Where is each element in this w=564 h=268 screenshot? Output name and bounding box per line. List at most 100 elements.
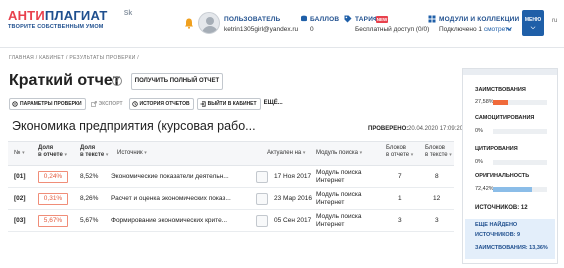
logo-text-anti: АНТИ xyxy=(8,8,45,23)
points-value: 0 xyxy=(310,26,314,33)
source-name[interactable]: Расчет и оценка экономических показ... xyxy=(111,195,231,203)
blocks-in-text: 3 xyxy=(435,217,439,224)
borrowings-value: 27,58% xyxy=(475,99,494,105)
get-full-report-button[interactable]: ПОЛУЧИТЬ ПОЛНЫЙ ОТЧЕТ xyxy=(131,73,223,90)
menu-button[interactable]: МЕНЮ ⌵ xyxy=(522,10,544,36)
row-index: [02] xyxy=(14,195,26,202)
search-module: Модуль поиска Интернет xyxy=(316,191,362,206)
more-found-borrowings: ЗАИМСТВОВАНИЯ: 13,36% xyxy=(475,245,548,251)
table-row[interactable]: [02] 0,31% 8,26% Расчет и оценка экономи… xyxy=(8,188,454,210)
help-icon[interactable]: ? xyxy=(112,76,122,86)
blocks-in-text: 12 xyxy=(433,195,441,202)
user-label: ПОЛЬЗОВАТЕЛЬ xyxy=(224,16,281,23)
menu-chevron-icon: ⌵ xyxy=(530,25,536,31)
col-share-in-text[interactable]: Доля в тексте ▾ xyxy=(80,145,108,159)
self-citations-label: САМОЦИТИРОВАНИЯ xyxy=(475,115,535,121)
history-clock-icon xyxy=(131,101,138,107)
share-in-text-value: 5,67% xyxy=(80,217,99,224)
checked-datetime: 20.04.2020 17:09:20 xyxy=(408,126,464,132)
report-actions: ПАРАМЕТРЫ ПРОВЕРКИ ЭКСПОРТ ИСТОРИЯ ОТЧЕТ… xyxy=(9,98,283,110)
report-history-button[interactable]: ИСТОРИЯ ОТЧЕТОВ xyxy=(128,98,194,110)
breadcrumb[interactable]: ГЛАВНАЯ / КАБИНЕТ / РЕЗУЛЬТАТЫ ПРОВЕРКИ … xyxy=(9,55,139,61)
citations-value: 0% xyxy=(475,159,483,165)
borrowings-label: ЗАИМСТВОВАНИЯ xyxy=(475,87,526,93)
exit-to-cabinet-button[interactable]: ВЫЙТИ В КАБИНЕТ xyxy=(196,98,261,110)
table-row[interactable]: [01] 0,24% 8,52% Экономические показател… xyxy=(8,166,454,188)
export-icon xyxy=(90,101,97,107)
more-found-label: ЕЩЕ НАЙДЕНО xyxy=(475,222,518,228)
col-share-in-report[interactable]: Доля в отчете ▾ xyxy=(38,145,67,159)
sources-count[interactable]: ИСТОЧНИКОВ: 12 xyxy=(475,205,528,211)
more-actions-link[interactable]: ЕЩЁ... xyxy=(264,98,283,110)
tariff-new-badge: NEW xyxy=(376,16,388,23)
search-module: Модуль поиска Интернет xyxy=(316,213,362,228)
user-avatar[interactable] xyxy=(198,12,220,34)
share-in-text-value: 8,52% xyxy=(80,173,99,180)
modules-grid-icon xyxy=(428,15,436,23)
points-label: БАЛЛОВ xyxy=(310,16,340,23)
blocks-in-report: 3 xyxy=(398,217,402,224)
originality-label: ОРИГИНАЛЬНОСТЬ xyxy=(475,173,530,179)
source-link-icon[interactable] xyxy=(256,193,268,205)
logo-tagline: ТВОРИТЕ СОБСТВЕННЫМ УМОМ xyxy=(8,24,104,30)
originality-bar xyxy=(493,187,547,192)
col-search-module[interactable]: Модуль поиска ▾ xyxy=(316,150,362,157)
col-blocks-in-report[interactable]: Блоков в отчете ▾ xyxy=(386,145,413,159)
more-found-sources: ИСТОЧНИКОВ: 9 xyxy=(475,232,521,238)
page-title: Краткий отчет xyxy=(9,72,121,89)
notification-bell-icon[interactable] xyxy=(184,18,194,29)
tariff-value[interactable]: Бесплатный доступ (0/0) xyxy=(355,26,429,33)
blocks-in-report: 1 xyxy=(398,195,402,202)
self-citations-bar xyxy=(493,129,547,134)
col-relevant-on[interactable]: Актуален на ▾ xyxy=(267,150,305,157)
relevant-date: 17 Ноя 2017 xyxy=(274,173,312,180)
chevron-down-icon[interactable] xyxy=(506,27,512,31)
share-in-report-value[interactable]: 0,24% xyxy=(38,171,68,183)
relevant-date: 23 Мар 2016 xyxy=(274,195,313,202)
table-row[interactable]: [03] 5,67% 5,67% Формирование экономичес… xyxy=(8,210,454,232)
relevant-date: 05 Сен 2017 xyxy=(274,217,312,224)
col-source[interactable]: Источник ▾ xyxy=(117,150,147,157)
blocks-in-report: 7 xyxy=(398,173,402,180)
sources-table: № ▾ Доля в отчете ▾ Доля в тексте ▾ Источн… xyxy=(8,141,454,232)
table-header: № ▾ Доля в отчете ▾ Доля в тексте ▾ Источн… xyxy=(8,141,454,166)
document-title: Экономика предприятия (курсовая рабо... xyxy=(12,119,256,133)
borrowings-bar xyxy=(493,100,547,105)
export-button[interactable]: ЭКСПОРТ xyxy=(88,98,126,110)
citations-label: ЦИТИРОВАНИЯ xyxy=(475,146,518,152)
share-in-report-value[interactable]: 0,31% xyxy=(38,193,68,205)
row-index: [03] xyxy=(14,217,26,224)
col-blocks-in-text[interactable]: Блоков в тексте ▾ xyxy=(425,145,452,159)
exit-icon xyxy=(200,101,206,107)
skolkovo-badge: Sk xyxy=(123,10,133,17)
source-name[interactable]: Экономические показатели деятельн... xyxy=(111,173,229,181)
report-history-label: ИСТОРИЯ ОТЧЕТОВ xyxy=(139,101,190,107)
share-in-report-value[interactable]: 5,67% xyxy=(38,215,68,227)
modules-value: Подключено 1 смотреть xyxy=(439,26,511,33)
checked-label: ПРОВЕРЕНО: xyxy=(368,126,409,132)
borrowings-bar-fill xyxy=(493,100,508,105)
citations-bar xyxy=(493,160,547,165)
row-index: [01] xyxy=(14,173,26,180)
check-params-button[interactable]: ПАРАМЕТРЫ ПРОВЕРКИ xyxy=(9,98,86,110)
source-link-icon[interactable] xyxy=(256,215,268,227)
search-module: Модуль поиска Интернет xyxy=(316,169,362,184)
report-summary-sidebar: ЗАИМСТВОВАНИЯ 27,58% САМОЦИТИРОВАНИЯ 0% … xyxy=(462,68,558,264)
blocks-in-text: 8 xyxy=(435,173,439,180)
originality-value: 72,42% xyxy=(475,186,494,192)
language-switch[interactable]: ru xyxy=(552,18,557,24)
more-found-panel[interactable]: ЕЩЕ НАЙДЕНО ИСТОЧНИКОВ: 9 ЗАИМСТВОВАНИЯ:… xyxy=(465,219,555,259)
check-params-label: ПАРАМЕТРЫ ПРОВЕРКИ xyxy=(20,101,82,107)
self-citations-value: 0% xyxy=(475,128,483,134)
exit-to-cabinet-label: ВЫЙТИ В КАБИНЕТ xyxy=(207,101,257,107)
antiplagiat-logo[interactable]: АНТИПЛАГИАТ ТВОРИТЕ СОБСТВЕННЫМ УМОМ xyxy=(8,8,120,31)
user-email[interactable]: ketrin1305girl@yandex.ru xyxy=(224,26,298,33)
coins-icon xyxy=(301,15,307,22)
export-label: ЭКСПОРТ xyxy=(98,101,123,107)
source-link-icon[interactable] xyxy=(256,171,268,183)
tariff-tag-icon xyxy=(344,15,352,23)
source-name[interactable]: Формирование экономических крите... xyxy=(111,217,227,225)
logo-text-plagiat: ПЛАГИАТ xyxy=(44,8,108,23)
menu-label: МЕНЮ xyxy=(524,17,542,23)
col-number[interactable]: № ▾ xyxy=(14,150,25,157)
